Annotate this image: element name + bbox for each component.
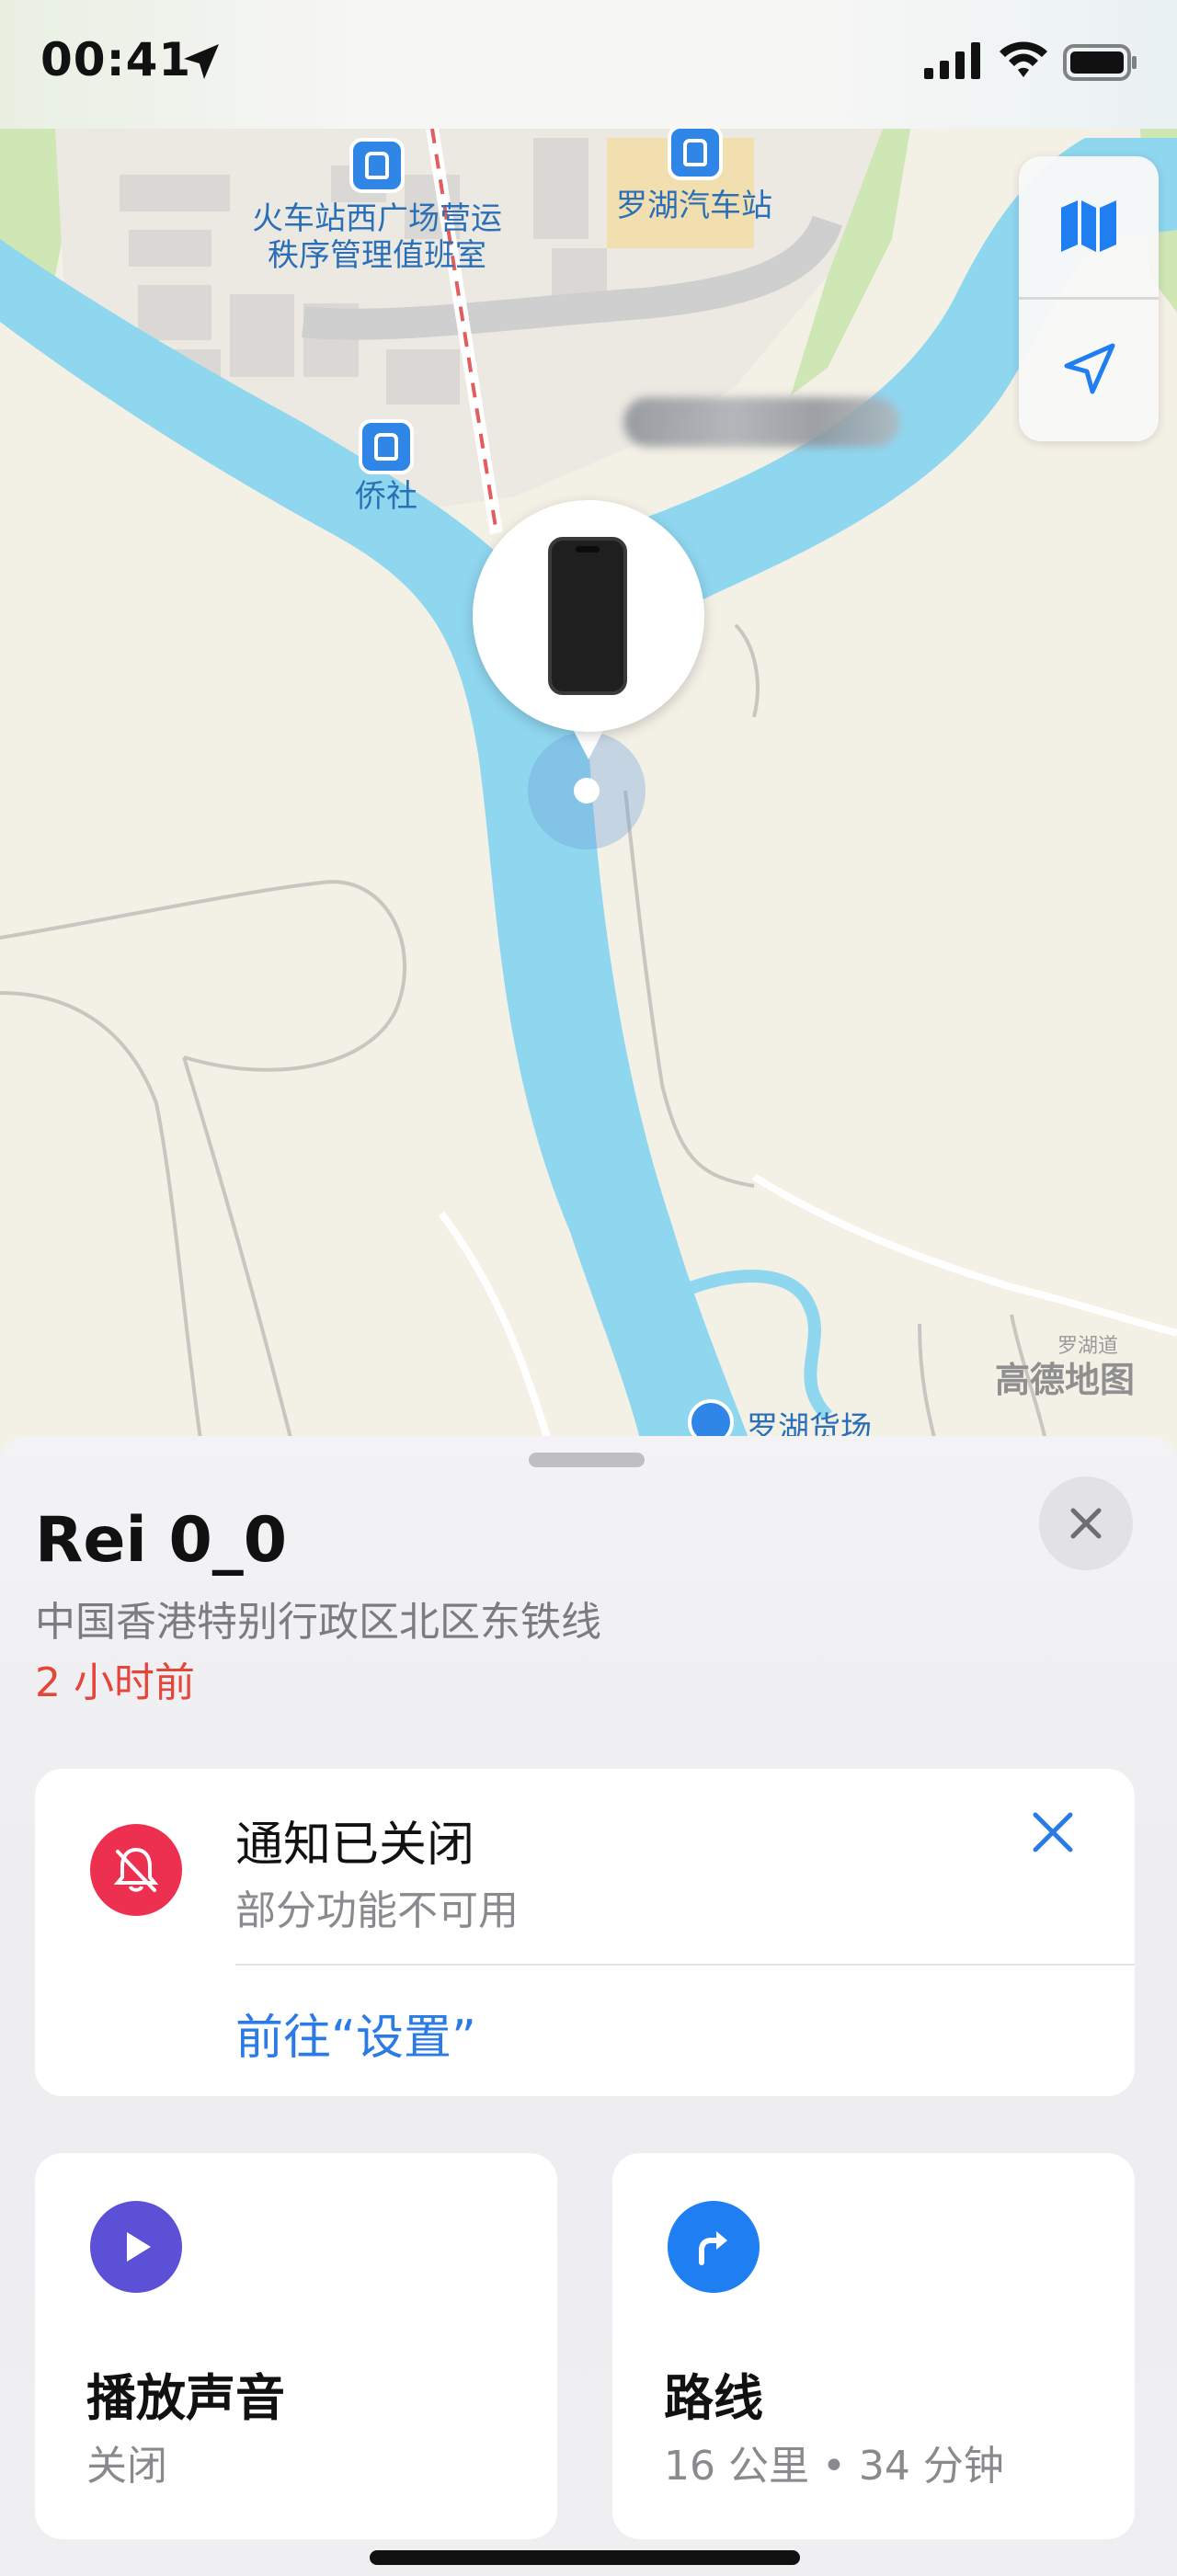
directions-status: 16 公里 • 34 分钟	[664, 2443, 1004, 2490]
blurred-map-label	[623, 397, 899, 447]
device-address: 中国香港特别行政区北区东铁线	[35, 1599, 601, 1646]
turn-right-glyph	[699, 2231, 727, 2265]
cellular-signal-icon	[924, 42, 980, 79]
location-dot	[574, 778, 600, 804]
notifications-off-card: 通知已关闭 部分功能不可用 前往“设置”	[35, 1769, 1135, 2096]
bus-station-icon[interactable]	[668, 125, 723, 180]
device-last-seen: 2 小时前	[35, 1659, 195, 1706]
iphone-device-icon	[548, 537, 627, 695]
directions-title: 路线	[664, 2369, 763, 2427]
poi-west-square-line2: 秩序管理值班室	[268, 237, 486, 274]
notification-title: 通知已关闭	[235, 1818, 475, 1873]
play-sound-button[interactable]: 播放声音 关闭	[35, 2153, 557, 2539]
go-to-settings-link[interactable]: 前往“设置”	[235, 1999, 476, 2068]
map-mode-icon	[1061, 200, 1116, 252]
play-sound-title: 播放声音	[86, 2369, 285, 2427]
poi-west-square-line1: 火车站西广场营运	[252, 200, 502, 237]
status-bar: 00:41	[0, 0, 1177, 129]
map-mode-button[interactable]	[1019, 156, 1159, 296]
battery-icon	[1063, 44, 1137, 81]
bell-slash-icon	[90, 1824, 182, 1916]
turn-right-arrow-icon	[668, 2201, 760, 2293]
device-detail-sheet: Rei 0_0 中国香港特别行政区北区东铁线 2 小时前 通知已关闭 部分功能不…	[0, 1436, 1177, 2576]
home-indicator[interactable]	[370, 2550, 800, 2565]
poi-luohu-bus-label[interactable]: 罗湖汽车站	[588, 188, 800, 224]
metro-station-icon[interactable]	[359, 419, 414, 474]
sheet-grabber[interactable]	[529, 1453, 645, 1467]
notification-subtitle: 部分功能不可用	[235, 1887, 519, 1934]
map-controls	[1019, 156, 1159, 441]
play-sound-status: 关闭	[86, 2443, 167, 2490]
card-divider	[235, 1964, 1135, 1966]
wifi-icon	[1000, 41, 1047, 77]
map-provider-logo: 高德地图	[995, 1360, 1136, 1400]
play-glyph	[127, 2232, 151, 2262]
map-view[interactable]: 火车站西广场营运 秩序管理值班室 罗湖汽车站 侨社 罗湖货场 罗湖道 高德地图	[0, 0, 1177, 1453]
location-arrow-icon	[184, 44, 219, 79]
close-icon	[1033, 1812, 1073, 1852]
device-name: Rei 0_0	[35, 1504, 288, 1577]
status-time: 00:41	[40, 33, 192, 86]
bus-station-icon[interactable]	[349, 138, 405, 193]
poi-qiaoshe-label[interactable]: 侨社	[331, 478, 441, 515]
directions-button[interactable]: 路线 16 公里 • 34 分钟	[612, 2153, 1135, 2539]
locate-me-button[interactable]	[1019, 300, 1159, 439]
close-button[interactable]	[1039, 1476, 1133, 1570]
locate-me-icon	[1064, 343, 1115, 394]
close-icon	[1070, 1508, 1102, 1539]
play-icon	[90, 2201, 182, 2293]
dismiss-notification-button[interactable]	[1021, 1800, 1085, 1864]
bell-slash-glyph	[113, 1847, 159, 1892]
poi-west-square-label[interactable]: 火车站西广场营运 秩序管理值班室	[230, 200, 524, 274]
device-map-pin[interactable]	[469, 496, 708, 772]
